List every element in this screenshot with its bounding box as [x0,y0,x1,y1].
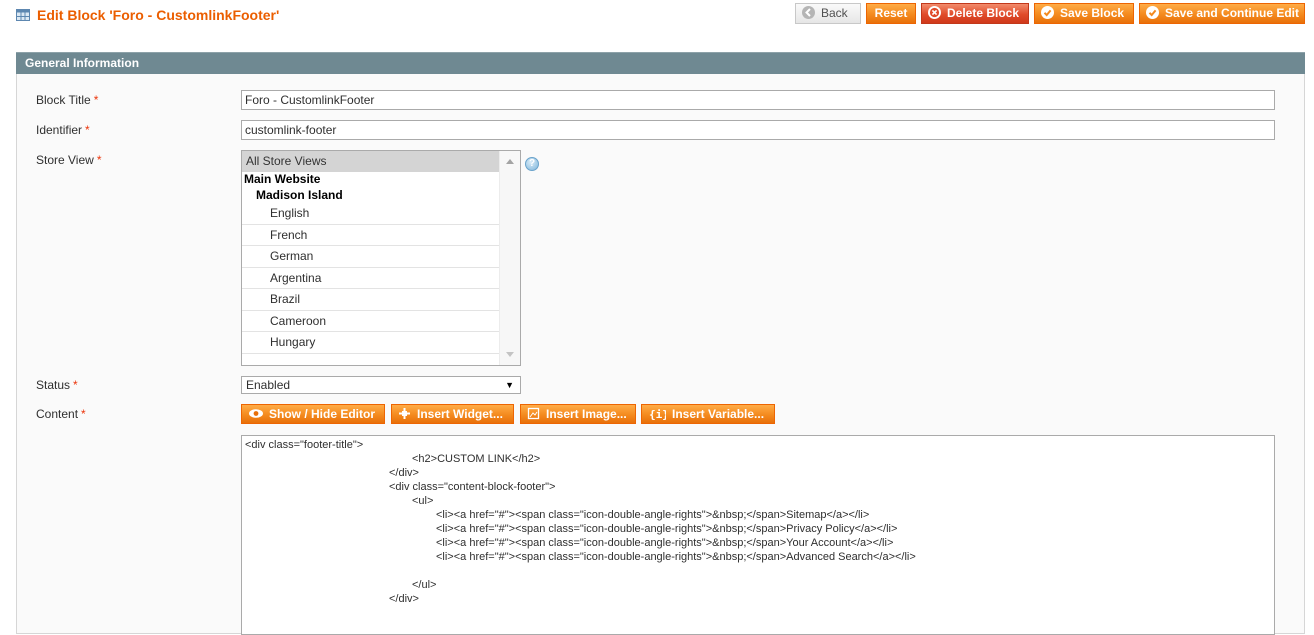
content-textarea[interactable]: <div class="footer-title"> <h2>CUSTOM LI… [241,435,1275,635]
delete-block-label: Delete Block [947,6,1020,20]
variable-icon: {i} [648,407,666,420]
store-view-group-store: Madison Island [256,188,343,202]
show-hide-editor-label: Show / Hide Editor [269,407,376,421]
store-view-option[interactable]: English [242,203,500,225]
code-line: </div> [389,467,419,479]
page-header: Edit Block 'Foro - CustomlinkFooter' Bac… [0,0,1314,34]
check-icon [1146,6,1159,19]
status-select[interactable]: Enabled ▼ [241,376,521,394]
delete-block-button[interactable]: Delete Block [921,3,1029,24]
help-icon[interactable]: ? [525,157,539,171]
required-mark: * [73,378,78,392]
page-title: Edit Block 'Foro - CustomlinkFooter' [37,7,280,23]
grid-icon [16,9,30,21]
required-mark: * [81,407,86,421]
delete-icon [928,6,941,19]
code-line: <div class="content-block-footer"> [389,481,556,493]
check-icon [1041,6,1054,19]
reset-button-label: Reset [874,6,908,20]
save-continue-label: Save and Continue Edit [1165,6,1300,20]
store-view-option[interactable]: Brazil [242,289,500,311]
code-line: <h2>CUSTOM LINK</h2> [412,453,541,465]
code-line: <li><a href="#"><span class="icon-double… [436,523,898,535]
scroll-down-icon[interactable] [506,352,514,357]
code-line: </div> [389,593,419,605]
image-icon [527,407,540,420]
store-view-option[interactable]: Hungary [242,332,500,354]
insert-variable-button[interactable]: {i} Insert Variable... [641,404,775,424]
save-block-label: Save Block [1060,6,1125,20]
show-hide-editor-button[interactable]: Show / Hide Editor [241,404,385,424]
status-value: Enabled [246,378,291,392]
identifier-input[interactable] [241,120,1275,140]
store-view-group-website: Main Website [244,172,321,186]
store-view-option[interactable]: Argentina [242,268,500,289]
store-view-option[interactable]: Cameroon [242,311,500,332]
required-mark: * [85,123,90,137]
back-arrow-icon [802,6,815,19]
store-view-label: Store View * [36,153,102,167]
block-title-label: Block Title * [36,93,99,107]
chevron-down-icon: ▼ [505,380,514,390]
store-view-option[interactable]: French [242,225,500,246]
page-scrollbar-gutter [1305,0,1314,622]
code-line: <div class="footer-title"> [245,439,364,451]
code-line: <li><a href="#"><span class="icon-double… [436,551,916,563]
code-line: </ul> [412,579,437,591]
section-header: General Information [16,52,1305,74]
store-view-option-all[interactable]: All Store Views [242,151,500,172]
status-label: Status * [36,378,78,392]
insert-widget-label: Insert Widget... [417,407,503,421]
save-continue-button[interactable]: Save and Continue Edit [1139,3,1305,24]
content-label: Content * [36,407,86,421]
insert-widget-button[interactable]: Insert Widget... [391,404,514,424]
insert-variable-label: Insert Variable... [672,407,765,421]
scroll-up-icon[interactable] [506,159,514,164]
widget-icon [398,407,411,420]
code-line: <li><a href="#"><span class="icon-double… [436,537,894,549]
store-view-scrollbar[interactable] [499,151,520,365]
insert-image-label: Insert Image... [546,407,627,421]
store-view-multiselect[interactable]: All Store Views Main Website Madison Isl… [241,150,521,366]
required-mark: * [96,153,102,167]
required-mark: * [93,93,99,107]
code-line: <li><a href="#"><span class="icon-double… [436,509,870,521]
svg-text:{i}: {i} [649,408,666,420]
insert-image-button[interactable]: Insert Image... [520,404,636,424]
block-title-input[interactable] [241,90,1275,110]
back-button-label: Back [821,6,848,20]
save-block-button[interactable]: Save Block [1034,3,1134,24]
store-view-option[interactable]: German [242,246,500,268]
reset-button[interactable]: Reset [866,3,916,24]
identifier-label: Identifier * [36,123,90,137]
code-line: <ul> [412,495,434,507]
eye-icon [248,407,264,420]
back-button[interactable]: Back [795,3,861,24]
